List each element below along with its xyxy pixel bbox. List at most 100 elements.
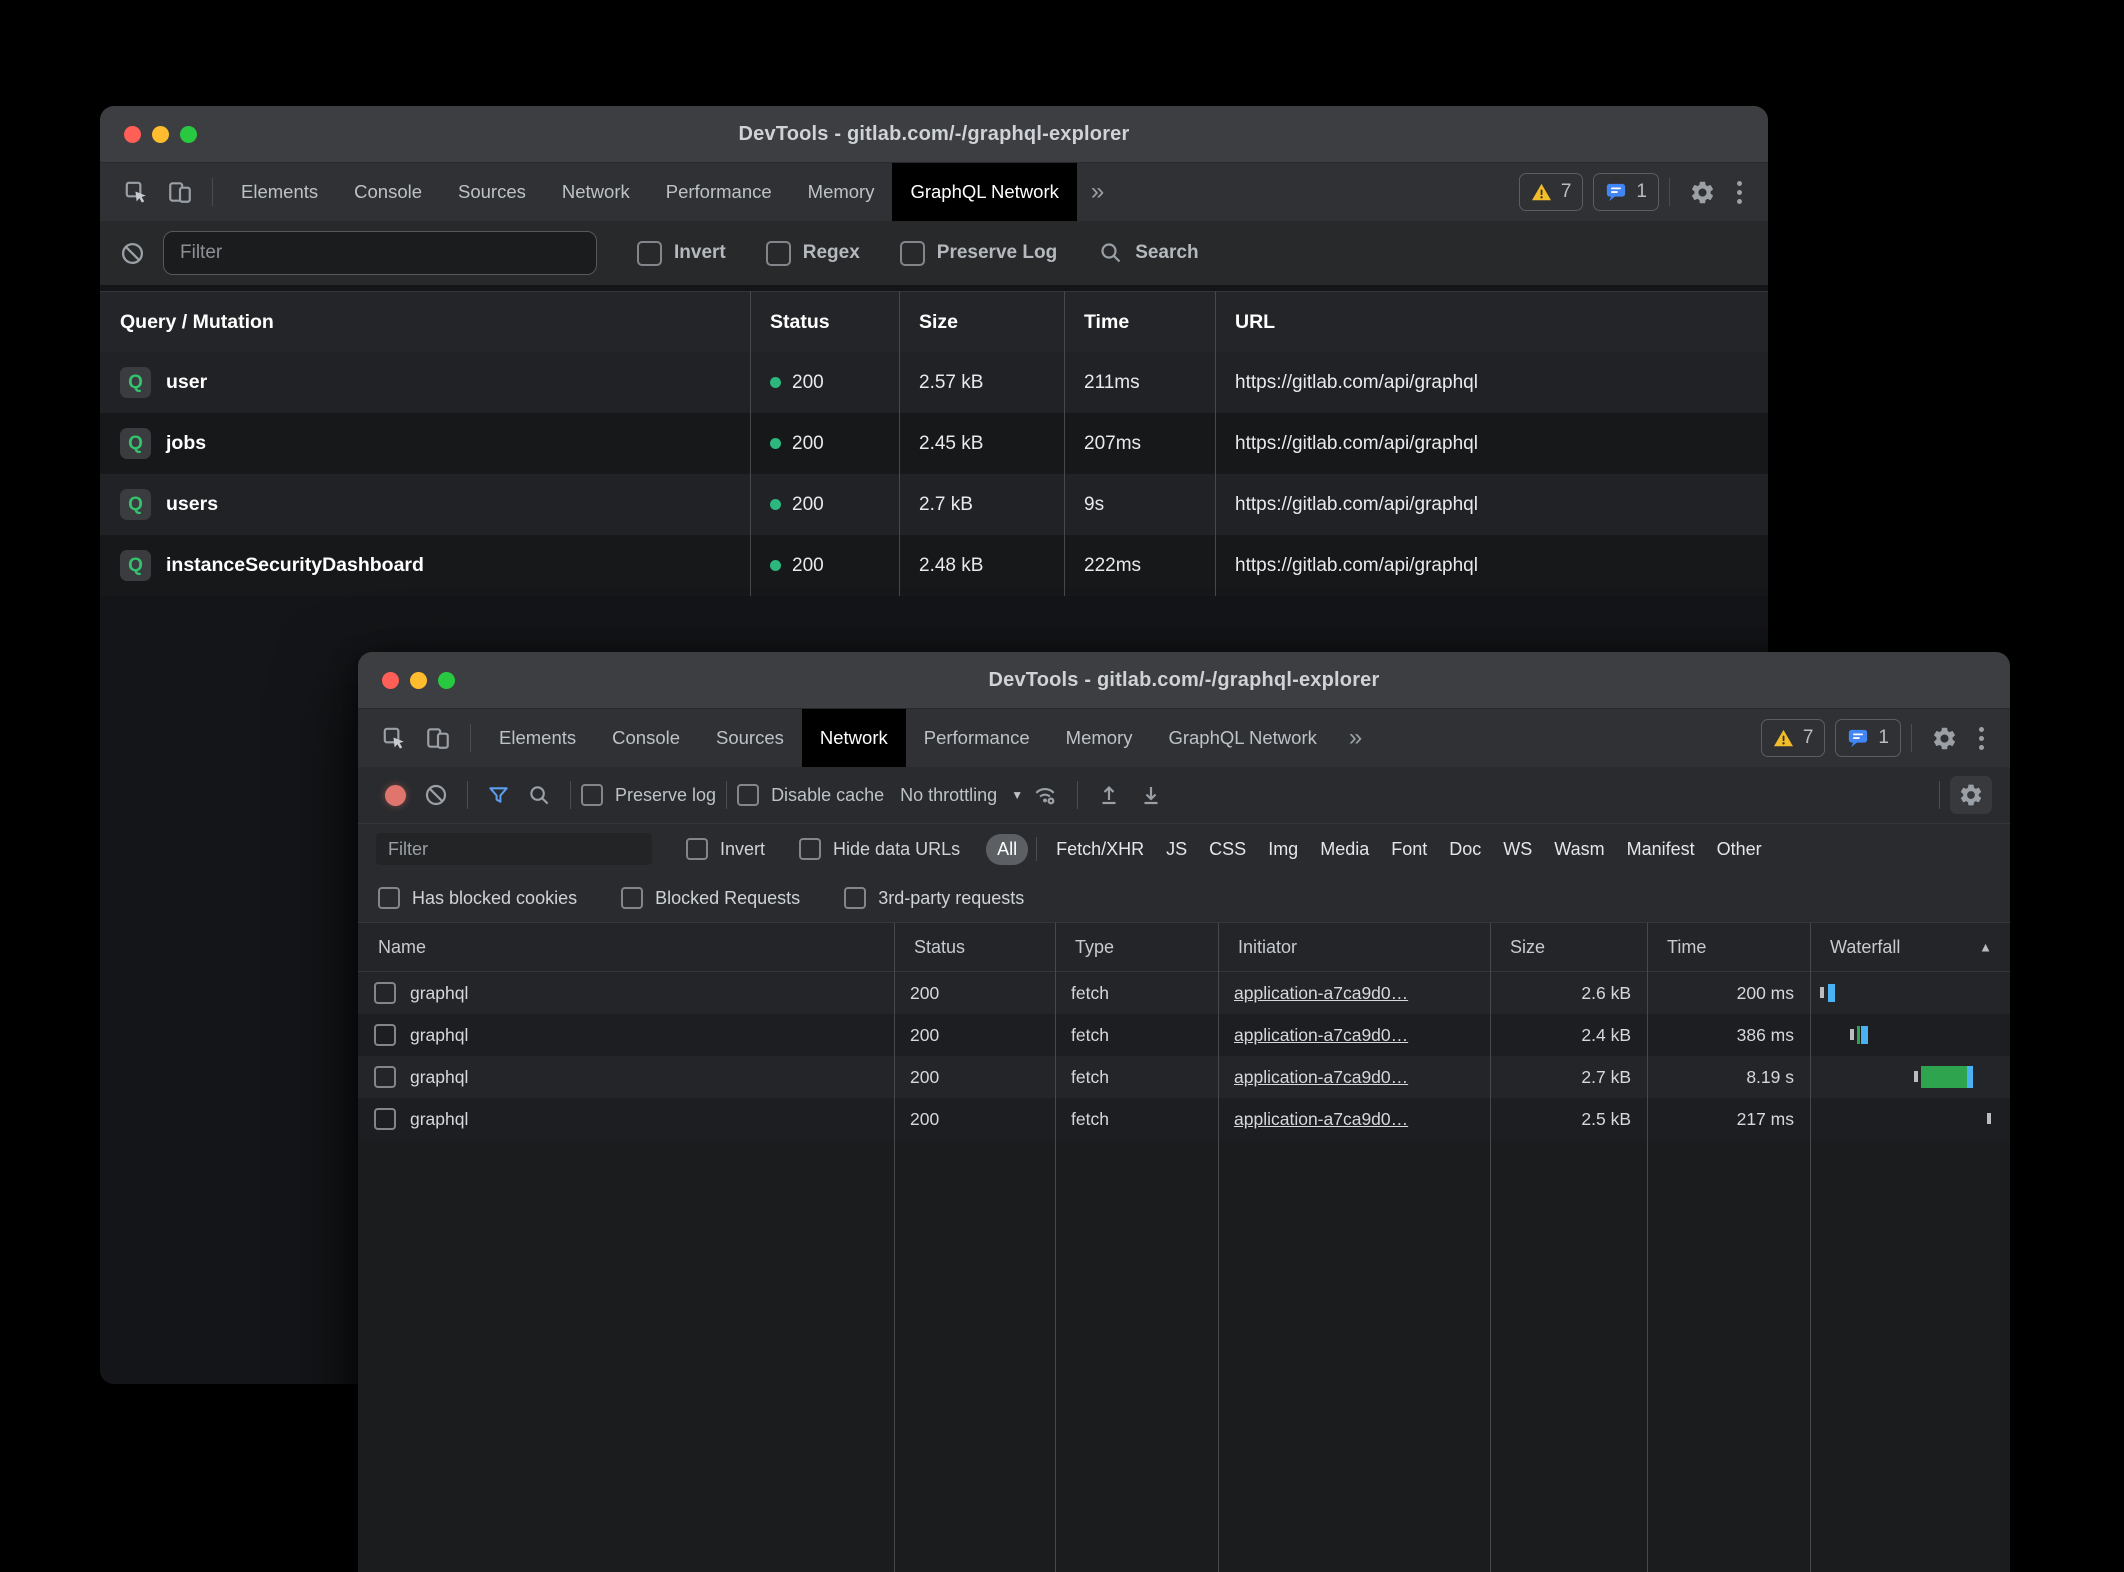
filter-chip-media[interactable]: Media [1309,834,1380,865]
tab-performance[interactable]: Performance [648,163,790,221]
import-har-icon[interactable] [1088,783,1130,807]
tab-elements[interactable]: Elements [223,163,336,221]
more-options-icon[interactable] [1725,181,1754,204]
disable-cache-checkbox-group[interactable]: Disable cache [737,784,884,806]
column-header-status[interactable]: Status [750,311,899,334]
tab-console[interactable]: Console [594,709,698,767]
filter-input[interactable] [163,231,597,275]
invert-checkbox[interactable] [686,838,708,860]
initiator-link[interactable]: application-a7ca9d0… [1218,1025,1490,1046]
tab-memory[interactable]: Memory [1048,709,1151,767]
table-row[interactable]: graphql 200 fetch application-a7ca9d0… 2… [358,1098,2010,1140]
warnings-badge[interactable]: 7 [1761,719,1826,757]
filter-chip-font[interactable]: Font [1380,834,1438,865]
column-header-url[interactable]: URL [1215,311,1768,334]
tab-graphql-network[interactable]: GraphQL Network [892,163,1076,221]
column-divider[interactable] [1215,291,1216,596]
column-header-query-mutation[interactable]: Query / Mutation [100,311,750,334]
filter-chip-fetch-xhr[interactable]: Fetch/XHR [1045,834,1155,865]
filter-funnel-icon[interactable] [478,784,519,807]
third-party-requests-checkbox-group[interactable]: 3rd-party requests [844,887,1024,909]
throttling-dropdown[interactable]: No throttling ▼ [900,785,1023,806]
invert-checkbox-group[interactable]: Invert [686,838,765,860]
clear-icon[interactable] [120,241,145,266]
blocked-requests-checkbox-group[interactable]: Blocked Requests [621,887,800,909]
tab-network[interactable]: Network [544,163,648,221]
initiator-link[interactable]: application-a7ca9d0… [1218,1067,1490,1088]
regex-checkbox-group[interactable]: Regex [766,241,860,266]
device-toolbar-icon[interactable] [416,709,460,767]
tab-sources[interactable]: Sources [440,163,544,221]
initiator-link[interactable]: application-a7ca9d0… [1218,983,1490,1004]
hide-data-urls-checkbox-group[interactable]: Hide data URLs [799,838,960,860]
column-header-name[interactable]: Name [358,937,894,958]
titlebar[interactable]: DevTools - gitlab.com/-/graphql-explorer [358,652,2010,709]
filter-chip-js[interactable]: JS [1155,834,1198,865]
table-row[interactable]: Quser 200 2.57 kB 211ms https://gitlab.c… [100,352,1768,413]
filter-chip-manifest[interactable]: Manifest [1616,834,1706,865]
tab-performance[interactable]: Performance [906,709,1048,767]
tab-network[interactable]: Network [802,709,906,767]
column-divider[interactable] [894,923,895,1572]
column-divider[interactable] [750,291,751,596]
table-row[interactable]: QinstanceSecurityDashboard 200 2.48 kB 2… [100,535,1768,596]
column-divider[interactable] [1647,923,1648,1572]
has-blocked-cookies-checkbox[interactable] [378,887,400,909]
preserve-log-checkbox-group[interactable]: Preserve log [581,784,716,806]
column-divider[interactable] [1064,291,1065,596]
row-checkbox[interactable] [374,1066,396,1088]
column-divider[interactable] [1490,923,1491,1572]
titlebar[interactable]: DevTools - gitlab.com/-/graphql-explorer [100,106,1768,163]
filter-chip-doc[interactable]: Doc [1438,834,1492,865]
table-row[interactable]: graphql 200 fetch application-a7ca9d0… 2… [358,972,2010,1014]
clear-network-log-icon[interactable] [415,783,457,807]
column-header-type[interactable]: Type [1055,937,1218,958]
initiator-link[interactable]: application-a7ca9d0… [1218,1109,1490,1130]
column-divider[interactable] [1055,923,1056,1572]
preserve-log-checkbox[interactable] [900,241,925,266]
table-row[interactable]: Qjobs 200 2.45 kB 207ms https://gitlab.c… [100,413,1768,474]
hide-data-urls-checkbox[interactable] [799,838,821,860]
more-tabs-icon[interactable]: » [1335,709,1376,767]
record-network-log-button[interactable] [376,785,415,806]
regex-checkbox[interactable] [766,241,791,266]
network-settings-gear-icon[interactable] [1950,776,1992,814]
tab-graphql-network[interactable]: GraphQL Network [1150,709,1334,767]
preserve-log-checkbox[interactable] [581,784,603,806]
tab-sources[interactable]: Sources [698,709,802,767]
column-header-size[interactable]: Size [899,311,1064,334]
column-header-time[interactable]: Time [1647,937,1810,958]
inspect-element-icon[interactable] [372,709,416,767]
column-header-status[interactable]: Status [894,937,1055,958]
search-button[interactable]: Search [1099,241,1198,265]
warnings-badge[interactable]: 7 [1519,173,1584,211]
network-filter-input[interactable] [376,833,652,865]
row-checkbox[interactable] [374,1024,396,1046]
table-row[interactable]: Qusers 200 2.7 kB 9s https://gitlab.com/… [100,474,1768,535]
messages-badge[interactable]: 1 [1593,173,1659,211]
disable-cache-checkbox[interactable] [737,784,759,806]
filter-chip-all[interactable]: All [986,834,1028,865]
third-party-requests-checkbox[interactable] [844,887,866,909]
inspect-element-icon[interactable] [114,163,158,221]
table-row[interactable]: graphql 200 fetch application-a7ca9d0… 2… [358,1056,2010,1098]
has-blocked-cookies-checkbox-group[interactable]: Has blocked cookies [378,887,577,909]
tab-memory[interactable]: Memory [790,163,893,221]
column-divider[interactable] [1218,923,1219,1572]
filter-chip-img[interactable]: Img [1257,834,1309,865]
invert-checkbox[interactable] [637,241,662,266]
row-checkbox[interactable] [374,1108,396,1130]
column-header-time[interactable]: Time [1064,311,1215,334]
settings-gear-icon[interactable] [1680,179,1725,206]
filter-chip-other[interactable]: Other [1706,834,1773,865]
filter-chip-ws[interactable]: WS [1492,834,1543,865]
settings-gear-icon[interactable] [1922,725,1967,752]
column-divider[interactable] [899,291,900,596]
tab-elements[interactable]: Elements [481,709,594,767]
more-options-icon[interactable] [1967,727,1996,750]
more-tabs-icon[interactable]: » [1077,163,1118,221]
blocked-requests-checkbox[interactable] [621,887,643,909]
network-conditions-icon[interactable] [1023,782,1067,808]
preserve-log-checkbox-group[interactable]: Preserve Log [900,241,1057,266]
sort-ascending-icon[interactable]: ▲ [1979,940,1992,955]
